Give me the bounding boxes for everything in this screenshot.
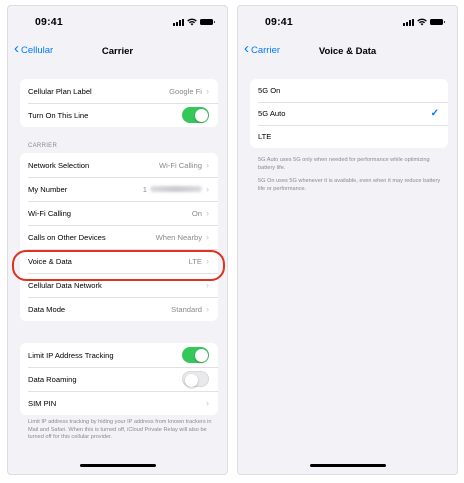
chevron-right-icon: › <box>206 184 209 194</box>
network-selection-row[interactable]: Network Selection Wi-Fi Calling › <box>20 153 218 177</box>
chevron-right-icon: › <box>206 256 209 266</box>
wifi-icon <box>417 18 427 26</box>
row-label: Limit IP Address Tracking <box>28 350 114 360</box>
row-label: Voice & Data <box>28 256 72 266</box>
note-5g-auto: 5G Auto uses 5G only when needed for per… <box>258 157 430 171</box>
option-5g-auto[interactable]: 5G Auto ✓ <box>250 102 448 125</box>
row-label: My Number <box>28 184 68 194</box>
row-label: Data Roaming <box>28 374 77 384</box>
limit-ip-tracking-row: Limit IP Address Tracking <box>20 343 218 367</box>
data-roaming-row: Data Roaming <box>20 367 218 391</box>
calls-on-other-devices-row[interactable]: Calls on Other Devices When Nearby › <box>20 225 218 249</box>
chevron-right-icon: › <box>206 86 209 96</box>
turn-on-line-row: Turn On This Line <box>20 103 218 127</box>
row-value: LTE <box>188 256 202 266</box>
option-label: LTE <box>258 132 272 141</box>
row-value: Wi-Fi Calling <box>158 160 202 170</box>
carrier-group: Network Selection Wi-Fi Calling › My Num… <box>20 153 218 321</box>
row-label: Cellular Data Network <box>28 280 102 290</box>
row-label: Turn On This Line <box>28 110 89 120</box>
nav-bar: ‹ Cellular Carrier <box>8 41 227 62</box>
status-icons <box>403 18 445 26</box>
chevron-right-icon: › <box>206 232 209 242</box>
row-value: When Nearby <box>155 232 202 242</box>
sim-pin-row[interactable]: SIM PIN › <box>20 391 218 415</box>
row-label: SIM PIN <box>28 398 57 408</box>
checkmark-icon: ✓ <box>430 108 439 119</box>
page-title: Voice & Data <box>318 46 377 57</box>
turn-on-line-toggle[interactable] <box>182 107 209 123</box>
status-bar: 09:41 <box>8 16 227 30</box>
privacy-group: Limit IP Address Tracking Data Roaming S… <box>20 343 218 415</box>
home-indicator <box>79 464 156 467</box>
data-roaming-toggle[interactable] <box>182 371 209 387</box>
chevron-right-icon: › <box>206 208 209 218</box>
carrier-section-header: CARRIER <box>28 143 58 149</box>
row-value: 1 <box>143 185 202 194</box>
signal-icon <box>173 18 184 26</box>
nav-bar: ‹ Carrier Voice & Data <box>238 41 457 62</box>
chevron-right-icon: › <box>206 304 209 314</box>
battery-icon <box>200 18 215 26</box>
status-bar: 09:41 <box>238 16 457 30</box>
voice-data-options: 5G On 5G Auto ✓ LTE <box>250 79 448 148</box>
row-value: On <box>191 208 202 218</box>
signal-icon <box>403 18 414 26</box>
status-time: 09:41 <box>265 16 293 28</box>
option-label: 5G Auto <box>258 109 286 118</box>
ip-tracking-footer: Limit IP address tracking by hiding your… <box>28 419 212 441</box>
note-5g-on: 5G On uses 5G whenever it is available, … <box>258 178 441 192</box>
redacted-number <box>150 186 202 192</box>
option-lte[interactable]: LTE <box>250 125 448 148</box>
option-5g-on[interactable]: 5G On <box>250 79 448 102</box>
my-number-row[interactable]: My Number 1 › <box>20 177 218 201</box>
home-indicator <box>309 464 386 467</box>
row-label: Calls on Other Devices <box>28 232 106 242</box>
status-time: 09:41 <box>35 16 63 28</box>
row-label: Network Selection <box>28 160 90 170</box>
status-icons <box>173 18 215 26</box>
voice-data-screen: 09:41 ‹ Carrier Voice & Data 5G On 5G Au… <box>237 5 458 475</box>
row-value: Standard <box>171 304 202 314</box>
row-label: Wi-Fi Calling <box>28 208 72 218</box>
battery-icon <box>430 18 445 26</box>
voice-data-row[interactable]: Voice & Data LTE › <box>20 249 218 273</box>
row-label: Data Mode <box>28 304 66 314</box>
data-mode-row[interactable]: Data Mode Standard › <box>20 297 218 321</box>
limit-ip-tracking-toggle[interactable] <box>182 347 209 363</box>
chevron-right-icon: › <box>206 280 209 290</box>
page-title: Carrier <box>101 46 134 57</box>
plan-group: Cellular Plan Label Google Fi › Turn On … <box>20 79 218 127</box>
carrier-screen: 09:41 ‹ Cellular Carrier Cellular Plan L… <box>7 5 228 475</box>
row-label: Cellular Plan Label <box>28 86 92 96</box>
chevron-right-icon: › <box>206 398 209 408</box>
cellular-data-network-row[interactable]: Cellular Data Network › <box>20 273 218 297</box>
wifi-calling-row[interactable]: Wi-Fi Calling On › <box>20 201 218 225</box>
option-label: 5G On <box>258 86 281 95</box>
row-value: Google Fi <box>169 86 202 96</box>
cellular-plan-label-row[interactable]: Cellular Plan Label Google Fi › <box>20 79 218 103</box>
wifi-icon <box>187 18 197 26</box>
chevron-right-icon: › <box>206 160 209 170</box>
